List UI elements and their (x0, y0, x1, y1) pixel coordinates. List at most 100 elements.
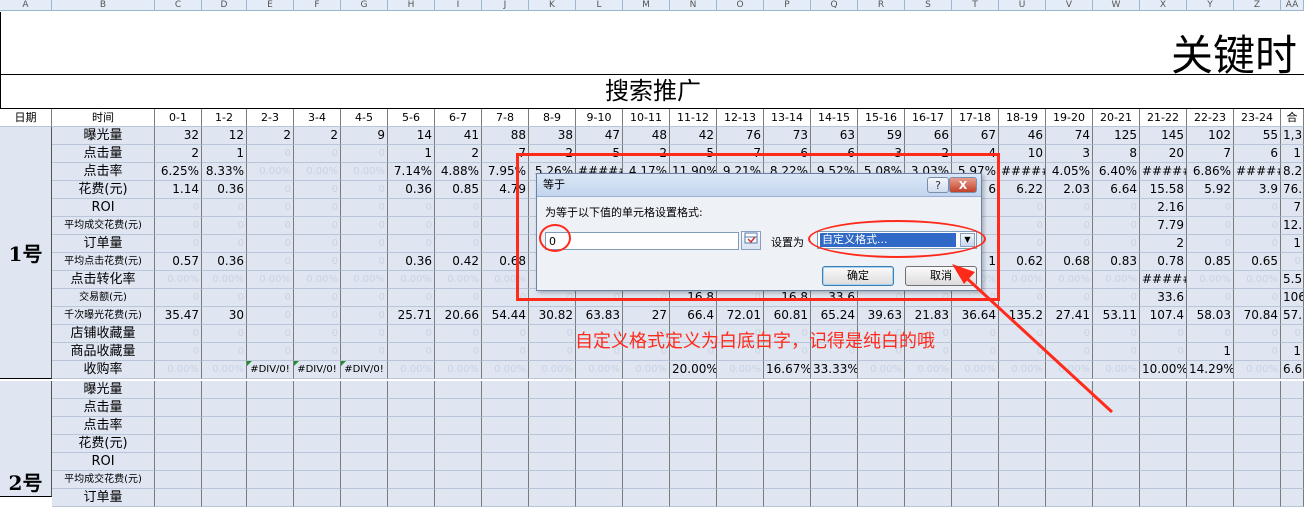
table-cell[interactable] (529, 399, 576, 417)
table-cell[interactable] (811, 489, 858, 507)
table-cell[interactable]: 47 (576, 127, 623, 145)
table-cell[interactable] (155, 471, 202, 489)
table-cell[interactable]: 0.68 (1046, 253, 1093, 271)
table-cell[interactable]: 0 (294, 325, 341, 343)
table-cell[interactable]: 0 (341, 145, 388, 163)
table-cell[interactable]: 1 (1281, 145, 1304, 163)
table-cell[interactable]: 135.2 (999, 307, 1046, 325)
table-cell[interactable] (529, 453, 576, 471)
table-cell[interactable]: 0.36 (388, 181, 435, 199)
table-cell[interactable]: 20 (1140, 145, 1187, 163)
table-cell[interactable]: 0 (999, 343, 1046, 361)
table-cell[interactable]: 0.00% (202, 361, 247, 379)
table-cell[interactable] (623, 453, 670, 471)
table-cell[interactable]: 12 (202, 127, 247, 145)
table-cell[interactable]: 0 (341, 181, 388, 199)
table-cell[interactable]: 35.47 (155, 307, 202, 325)
table-cell[interactable]: 0 (1187, 199, 1234, 217)
table-cell[interactable]: 2.16 (1140, 199, 1187, 217)
table-cell[interactable]: 0.85 (1187, 253, 1234, 271)
table-cell[interactable] (952, 417, 999, 435)
table-cell[interactable]: 0 (999, 217, 1046, 235)
table-cell[interactable] (482, 399, 529, 417)
table-cell[interactable] (811, 453, 858, 471)
table-cell[interactable]: 63.83 (576, 307, 623, 325)
table-cell[interactable] (905, 471, 952, 489)
table-cell[interactable] (670, 435, 717, 453)
table-cell[interactable]: 0 (1046, 199, 1093, 217)
table-cell[interactable] (952, 453, 999, 471)
metric-label[interactable]: 交易额(元) (52, 289, 155, 307)
table-cell[interactable] (529, 435, 576, 453)
table-cell[interactable] (905, 417, 952, 435)
table-cell[interactable]: 0 (435, 289, 482, 307)
table-cell[interactable]: 0 (247, 181, 294, 199)
table-cell[interactable]: 0 (294, 145, 341, 163)
table-cell[interactable] (764, 435, 811, 453)
table-cell[interactable] (1187, 399, 1234, 417)
table-cell[interactable]: 0 (294, 217, 341, 235)
table-cell[interactable]: 60.81 (764, 307, 811, 325)
table-cell[interactable] (1234, 471, 1281, 489)
table-cell[interactable]: 0.00% (529, 361, 576, 379)
table-cell[interactable]: 0 (155, 343, 202, 361)
table-cell[interactable] (482, 417, 529, 435)
table-cell[interactable]: 0 (294, 181, 341, 199)
table-cell[interactable]: 6.22 (999, 181, 1046, 199)
table-cell[interactable]: 0.36 (202, 181, 247, 199)
table-cell[interactable] (155, 489, 202, 507)
table-cell[interactable] (999, 453, 1046, 471)
table-cell[interactable]: 21.83 (905, 307, 952, 325)
table-cell[interactable]: 0 (341, 307, 388, 325)
table-cell[interactable]: 0.00% (952, 361, 999, 379)
column-header-j[interactable]: J (482, 0, 529, 11)
table-cell[interactable] (623, 435, 670, 453)
table-cell[interactable]: 1 (388, 145, 435, 163)
table-cell[interactable] (858, 435, 905, 453)
table-cell[interactable]: 0 (952, 325, 999, 343)
table-cell[interactable]: 10 (999, 145, 1046, 163)
table-cell[interactable]: 0.00% (717, 361, 764, 379)
table-cell[interactable]: 55 (1234, 127, 1281, 145)
table-cell[interactable] (1046, 417, 1093, 435)
table-cell[interactable] (1093, 381, 1140, 399)
table-cell[interactable]: 0 (247, 253, 294, 271)
table-cell[interactable] (1140, 489, 1187, 507)
table-cell[interactable] (999, 399, 1046, 417)
column-header-m[interactable]: M (623, 0, 670, 11)
table-cell[interactable] (247, 399, 294, 417)
table-cell[interactable]: 70.84 (1234, 307, 1281, 325)
column-header-b[interactable]: B (52, 0, 155, 11)
table-cell[interactable]: 0.00% (388, 271, 435, 289)
table-cell[interactable]: 6 (1234, 145, 1281, 163)
column-header-aa[interactable]: AA (1281, 0, 1304, 11)
table-cell[interactable] (1046, 453, 1093, 471)
table-cell[interactable] (1187, 489, 1234, 507)
table-cell[interactable]: 0 (1281, 253, 1304, 271)
table-cell[interactable]: 25.71 (388, 307, 435, 325)
table-cell[interactable]: 8 (1093, 145, 1140, 163)
table-cell[interactable] (202, 471, 247, 489)
table-cell[interactable] (905, 435, 952, 453)
table-cell[interactable] (952, 489, 999, 507)
table-cell[interactable]: #DIV/0! (294, 361, 341, 379)
table-cell[interactable]: 0 (482, 325, 529, 343)
table-cell[interactable]: 8.33% (202, 163, 247, 181)
table-cell[interactable]: 0 (388, 289, 435, 307)
table-cell[interactable] (1281, 399, 1304, 417)
table-cell[interactable]: 0.00% (1093, 271, 1140, 289)
table-cell[interactable] (482, 435, 529, 453)
column-header-h[interactable]: H (388, 0, 435, 11)
table-cell[interactable]: 0.00% (247, 163, 294, 181)
table-cell[interactable] (858, 399, 905, 417)
metric-label[interactable]: 平均点击花费(元) (52, 253, 155, 271)
table-cell[interactable]: 0.00% (1046, 271, 1093, 289)
table-cell[interactable]: 8.2 (1281, 163, 1304, 181)
table-cell[interactable]: 3.9 (1234, 181, 1281, 199)
table-cell[interactable] (905, 381, 952, 399)
table-cell[interactable] (155, 417, 202, 435)
table-cell[interactable]: 0 (294, 199, 341, 217)
table-cell[interactable]: 63 (811, 127, 858, 145)
table-cell[interactable]: 0 (155, 217, 202, 235)
column-header-g[interactable]: G (341, 0, 388, 11)
